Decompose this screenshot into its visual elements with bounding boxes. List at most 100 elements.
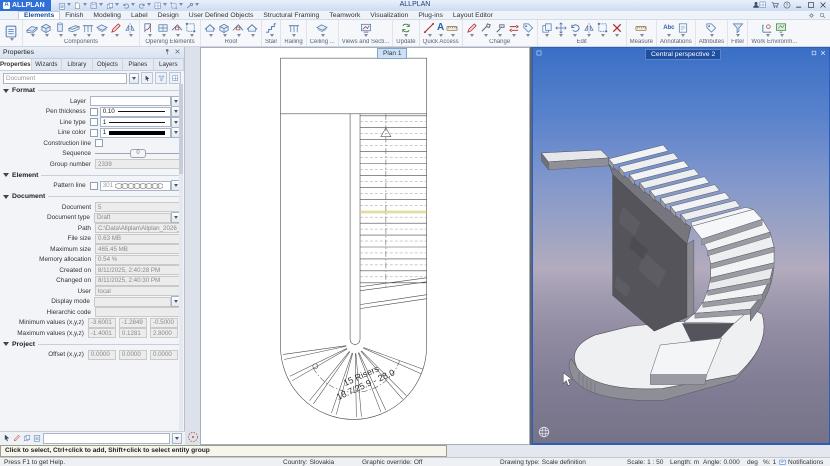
- view-section-icon[interactable]: [360, 22, 372, 39]
- line-color-field[interactable]: 1: [99, 127, 172, 138]
- tab-label[interactable]: Label: [126, 11, 153, 19]
- update-3d-icon[interactable]: [400, 22, 412, 39]
- copy-tool-icon[interactable]: [541, 22, 553, 39]
- take-properties-icon[interactable]: [3, 434, 11, 444]
- save-icon[interactable]: [89, 0, 104, 11]
- section-format[interactable]: Format: [0, 85, 184, 96]
- door-tool-icon[interactable]: [143, 22, 155, 39]
- pattern-line-checkbox[interactable]: [89, 181, 98, 190]
- minimize-button[interactable]: [795, 1, 803, 11]
- tools-icon[interactable]: [185, 0, 200, 11]
- tab-modeling[interactable]: Modeling: [88, 11, 126, 19]
- compass-icon[interactable]: [187, 431, 199, 443]
- palette-tab-wizards[interactable]: Wizards: [32, 59, 63, 70]
- restore-button[interactable]: [807, 1, 815, 11]
- palette-tab-library[interactable]: Library: [62, 59, 93, 70]
- beam-tool-icon[interactable]: [68, 22, 80, 39]
- status-angle[interactable]: Angle: 0.000: [703, 459, 740, 466]
- component-box-icon[interactable]: [40, 22, 52, 39]
- railing-tool-icon[interactable]: [287, 22, 300, 39]
- undo-icon[interactable]: [121, 0, 136, 11]
- pen-thickness-field[interactable]: 0.10: [99, 106, 172, 117]
- new-file-icon[interactable]: [73, 0, 88, 11]
- recess-tool-icon[interactable]: [185, 21, 197, 39]
- window-tool-icon[interactable]: [157, 22, 169, 39]
- globe-icon[interactable]: [538, 426, 550, 438]
- match-properties-icon[interactable]: [522, 22, 534, 39]
- sequence-slider[interactable]: 0: [95, 149, 181, 159]
- paste-properties-icon[interactable]: [33, 434, 41, 444]
- roof-tool-icon[interactable]: [204, 22, 216, 39]
- tab-design[interactable]: Design: [153, 11, 184, 19]
- mirror-tool-icon[interactable]: [583, 22, 595, 39]
- redo-icon[interactable]: [137, 0, 152, 11]
- draw-line-icon[interactable]: [423, 21, 435, 39]
- rotate-tool-icon[interactable]: [569, 22, 581, 39]
- palette-tab-properties[interactable]: Properties: [0, 59, 32, 70]
- plan-view-tab[interactable]: Plan 1: [377, 48, 408, 59]
- delete-component-icon[interactable]: [124, 22, 136, 39]
- line-type-checkbox[interactable]: [89, 118, 98, 127]
- column-tool-icon[interactable]: [54, 22, 66, 39]
- palette-close-icon[interactable]: [174, 48, 181, 57]
- line-type-field[interactable]: 1: [99, 117, 172, 128]
- tab-layout-editor[interactable]: Layout Editor: [448, 11, 498, 19]
- highlighted-tread[interactable]: [360, 210, 427, 214]
- section-element[interactable]: Element: [0, 170, 184, 181]
- pen-thickness-checkbox[interactable]: [89, 107, 98, 116]
- status-scale[interactable]: Scale: 1 : 50: [627, 459, 663, 466]
- pin-icon[interactable]: [164, 48, 171, 57]
- favorites-dropdown[interactable]: [172, 433, 182, 444]
- text-tool-icon[interactable]: A: [437, 22, 444, 39]
- construction-line-checkbox[interactable]: [95, 139, 103, 148]
- status-notifications[interactable]: Notifications: [779, 459, 823, 466]
- apply-properties-icon[interactable]: [13, 434, 21, 444]
- shop-cart-icon[interactable]: [771, 1, 779, 11]
- roof-covering-icon[interactable]: [246, 22, 258, 39]
- open-file-icon[interactable]: [105, 0, 120, 11]
- ceiling-tool-icon[interactable]: [316, 22, 328, 39]
- convert-tool-icon[interactable]: [494, 22, 506, 39]
- wall-line-icon[interactable]: [82, 22, 94, 39]
- tab-finish[interactable]: Finish: [60, 11, 88, 19]
- perspective-viewport[interactable]: Central perspective 2: [532, 47, 830, 445]
- tab-elements[interactable]: Elements: [18, 11, 61, 19]
- copy-properties-icon[interactable]: [23, 434, 31, 444]
- status-length-unit[interactable]: Length: m: [670, 459, 699, 466]
- palette-tab-planes[interactable]: Planes: [123, 59, 154, 70]
- filter-funnel-icon[interactable]: [732, 22, 744, 39]
- status-angle-unit[interactable]: deg: [747, 459, 758, 466]
- opening-tool-icon[interactable]: [171, 22, 183, 39]
- task-board-button[interactable]: [0, 20, 23, 46]
- slab-tool-icon[interactable]: [96, 22, 108, 39]
- adjust-tool-icon[interactable]: [480, 22, 492, 39]
- swap-tool-icon[interactable]: [508, 22, 520, 39]
- measure-tool-icon[interactable]: [635, 22, 647, 39]
- move-tool-icon[interactable]: [555, 22, 567, 39]
- palette-scrollbar[interactable]: [179, 84, 183, 434]
- plan-drawing-canvas[interactable]: 15 Risers 18.7/25.9 - 28.0: [201, 48, 529, 444]
- palette-tab-layers[interactable]: Layers: [154, 59, 185, 70]
- windows-layout-icon[interactable]: [153, 0, 168, 11]
- views-icon[interactable]: [169, 0, 184, 11]
- favorites-combo[interactable]: [43, 433, 170, 444]
- abc-text-icon[interactable]: Abc: [663, 22, 675, 39]
- modify-component-icon[interactable]: [110, 22, 122, 39]
- palette-filter-icon[interactable]: [155, 72, 167, 84]
- line-color-checkbox[interactable]: [89, 128, 98, 137]
- note-tool-icon[interactable]: [677, 22, 689, 39]
- roof-window-icon[interactable]: [232, 22, 244, 39]
- axes-tool-icon[interactable]: [761, 22, 773, 39]
- connect-icon[interactable]: [759, 1, 767, 11]
- plan-viewport[interactable]: Plan 1 15 Risers 18.7/25.9 - 28.0: [200, 47, 530, 445]
- stretch-tool-icon[interactable]: [596, 21, 609, 39]
- wall-tool-icon[interactable]: [26, 22, 38, 39]
- select-arrow-icon[interactable]: [141, 72, 153, 84]
- layer-field[interactable]: [90, 96, 172, 107]
- section-project[interactable]: Project: [0, 339, 184, 350]
- tab-structural-framing[interactable]: Structural Framing: [258, 11, 324, 19]
- stair-tool-icon[interactable]: [265, 22, 277, 39]
- tab-teamwork[interactable]: Teamwork: [324, 11, 365, 19]
- palette-tab-objects[interactable]: Objects: [93, 59, 124, 70]
- section-document[interactable]: Document: [0, 191, 184, 202]
